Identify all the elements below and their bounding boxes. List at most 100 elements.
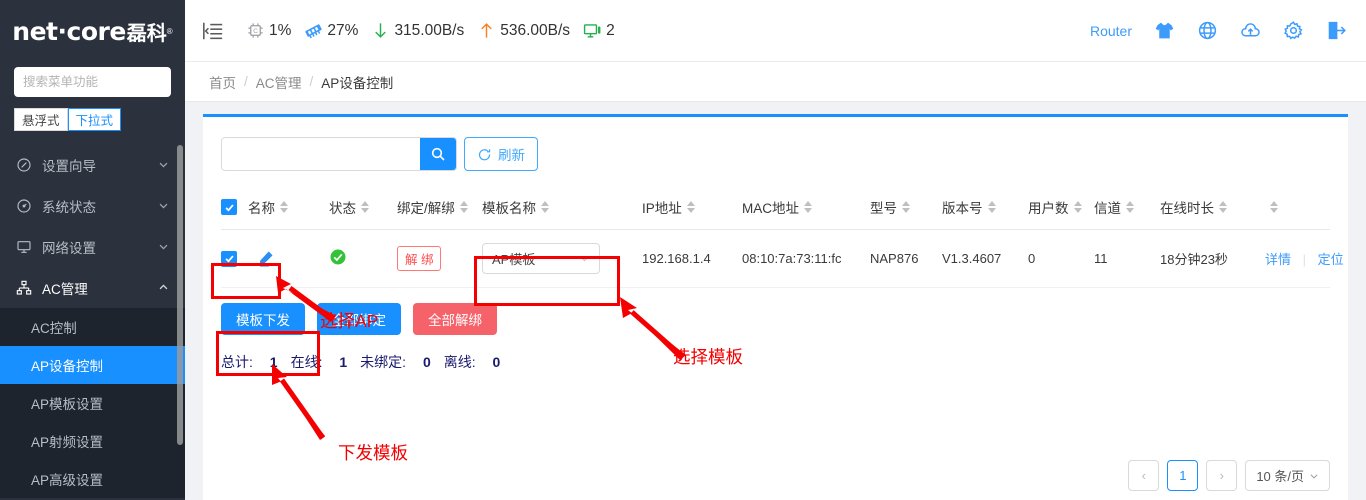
- table-row: 解 绑 AP模板 192.168.1.4 08:10:7a:73:11:fc N…: [221, 229, 1344, 288]
- sort-toggle[interactable]: [1073, 201, 1082, 213]
- column-header-version[interactable]: 版本号: [942, 189, 1028, 230]
- sidebar-item-ac-management[interactable]: AC管理: [0, 267, 185, 308]
- cloud-upload-icon[interactable]: [1240, 20, 1261, 41]
- cell-users: 0: [1028, 229, 1094, 288]
- sort-toggle[interactable]: [1270, 201, 1278, 213]
- column-header-label: IP地址: [642, 201, 682, 216]
- sort-toggle[interactable]: [987, 201, 996, 213]
- cell-actions: 详情 | 定位: [1265, 229, 1344, 288]
- sidebar-subitem-label: AP设备控制: [31, 359, 104, 374]
- clients-monitor-icon: [583, 24, 601, 38]
- edit-pencil-icon[interactable]: [257, 250, 274, 267]
- unbind-button[interactable]: 解 绑: [397, 246, 442, 271]
- menu-search-input[interactable]: [23, 75, 184, 89]
- ap-search-input[interactable]: [222, 138, 420, 170]
- mode-floating[interactable]: 悬浮式: [14, 108, 68, 131]
- chevron-up-icon: [159, 284, 168, 290]
- sidebar-item-network-settings[interactable]: 网络设置: [0, 226, 185, 267]
- summary-online: 在线: 1: [291, 352, 348, 372]
- mode-dropdown-label: 下拉式: [75, 114, 114, 128]
- breadcrumb-item-current: AP设备控制: [321, 75, 394, 91]
- deploy-template-button[interactable]: 模板下发: [221, 303, 305, 335]
- router-name-label[interactable]: Router: [1090, 23, 1132, 39]
- pagination-prev[interactable]: ‹: [1128, 460, 1160, 491]
- column-header-label: 信道: [1094, 201, 1121, 216]
- column-header-label: 绑定/解绑: [397, 201, 455, 216]
- sidebar-item-system-status[interactable]: 系统状态: [0, 185, 185, 226]
- page-size-select[interactable]: 10 条/页: [1245, 460, 1330, 491]
- select-all-checkbox[interactable]: [221, 199, 237, 215]
- bulk-action-buttons: 模板下发 全部绑定 全部解绑: [221, 303, 1330, 335]
- sort-toggle[interactable]: [686, 201, 695, 213]
- pagination-next[interactable]: ›: [1206, 460, 1238, 491]
- stat-memory: 27%: [304, 21, 358, 40]
- sort-toggle[interactable]: [804, 201, 812, 213]
- sidebar: net·core磊科® 悬浮式 下拉式 设置向导: [0, 0, 185, 500]
- column-header-template-name[interactable]: 模板名称: [482, 189, 642, 230]
- sidebar-item-ac-control[interactable]: AC控制: [0, 308, 185, 346]
- column-header-name[interactable]: 名称: [221, 189, 329, 230]
- column-header-uptime[interactable]: 在线时长: [1160, 189, 1265, 230]
- row-checkbox[interactable]: [221, 250, 237, 267]
- sidebar-item-ap-template-settings[interactable]: AP模板设置: [0, 384, 185, 422]
- column-header-users[interactable]: 用户数: [1028, 189, 1094, 230]
- sort-toggle[interactable]: [541, 201, 549, 213]
- column-header-ip[interactable]: IP地址: [642, 189, 742, 230]
- detail-link[interactable]: 详情: [1265, 252, 1291, 267]
- sidebar-item-setup-wizard[interactable]: 设置向导: [0, 144, 185, 185]
- summary-online-value: 1: [339, 354, 348, 370]
- mode-dropdown[interactable]: 下拉式: [67, 108, 122, 131]
- sort-toggle[interactable]: [902, 201, 910, 213]
- summary-total-label: 总计:: [221, 354, 253, 370]
- brand-name: net·core: [12, 16, 126, 46]
- sidebar-search-box[interactable]: [14, 67, 184, 97]
- download-arrow-icon: [375, 23, 387, 38]
- column-header-mac[interactable]: MAC地址: [742, 189, 870, 230]
- sidebar-item-ap-advanced-settings[interactable]: AP高级设置: [0, 460, 185, 498]
- sidebar-item-ap-rf-settings[interactable]: AP射频设置: [0, 422, 185, 460]
- cell-ip[interactable]: 192.168.1.4: [642, 229, 742, 288]
- tshirt-icon[interactable]: [1154, 20, 1175, 41]
- gear-icon[interactable]: [1283, 20, 1304, 41]
- system-stats: C 1% 27% 315.00B/s 536.00B/s 2: [246, 21, 628, 40]
- sort-toggle[interactable]: [361, 201, 369, 213]
- sidebar-item-ap-device-control[interactable]: AP设备控制: [0, 346, 185, 384]
- stat-upload: 536.00B/s: [477, 21, 570, 40]
- column-header-status[interactable]: 状态: [329, 189, 397, 230]
- unbind-all-button[interactable]: 全部解绑: [413, 303, 497, 335]
- template-select[interactable]: AP模板: [482, 243, 600, 274]
- breadcrumb: 首页 / AC管理 / AP设备控制: [185, 62, 1366, 102]
- sort-toggle[interactable]: [1126, 201, 1134, 213]
- column-header-actions[interactable]: [1265, 189, 1330, 230]
- column-header-channel[interactable]: 信道: [1094, 189, 1160, 230]
- breadcrumb-separator: /: [244, 74, 248, 89]
- gauge-icon: [17, 198, 31, 213]
- stat-cpu-value: 1%: [269, 21, 292, 39]
- summary-unbound-value: 0: [422, 354, 431, 370]
- bind-all-button[interactable]: 全部绑定: [317, 303, 401, 335]
- column-header-label: 模板名称: [482, 201, 536, 216]
- column-header-bind-unbind[interactable]: 绑定/解绑: [397, 189, 482, 230]
- pagination-page-1[interactable]: 1: [1167, 460, 1199, 491]
- sort-toggle[interactable]: [1219, 201, 1227, 213]
- chevron-down-icon: [159, 162, 168, 168]
- column-header-label: 版本号: [942, 201, 983, 216]
- ap-search-button[interactable]: [420, 138, 456, 170]
- sort-toggle[interactable]: [280, 201, 288, 213]
- sidebar-scrollbar[interactable]: [177, 145, 183, 445]
- column-header-label: 型号: [870, 201, 897, 216]
- collapse-menu-icon[interactable]: [202, 20, 224, 42]
- status-online-icon: [330, 249, 346, 265]
- breadcrumb-item-ac-management[interactable]: AC管理: [256, 72, 302, 92]
- breadcrumb-item-home[interactable]: 首页: [209, 72, 236, 92]
- refresh-button[interactable]: 刷新: [464, 137, 538, 171]
- logout-icon[interactable]: [1326, 20, 1347, 41]
- column-header-label: MAC地址: [742, 201, 799, 216]
- column-header-model[interactable]: 型号: [870, 189, 942, 230]
- locate-link[interactable]: 定位: [1318, 252, 1344, 267]
- globe-icon[interactable]: [1197, 20, 1218, 41]
- cell-template: AP模板: [482, 229, 642, 288]
- sort-toggle[interactable]: [459, 201, 468, 213]
- sidebar-subitem-label: AP射频设置: [31, 435, 104, 450]
- ap-device-card: 刷新 名称 状态 绑定/解绑 模板名称 IP地址 MAC地址 型号 版本号 用户…: [203, 114, 1348, 500]
